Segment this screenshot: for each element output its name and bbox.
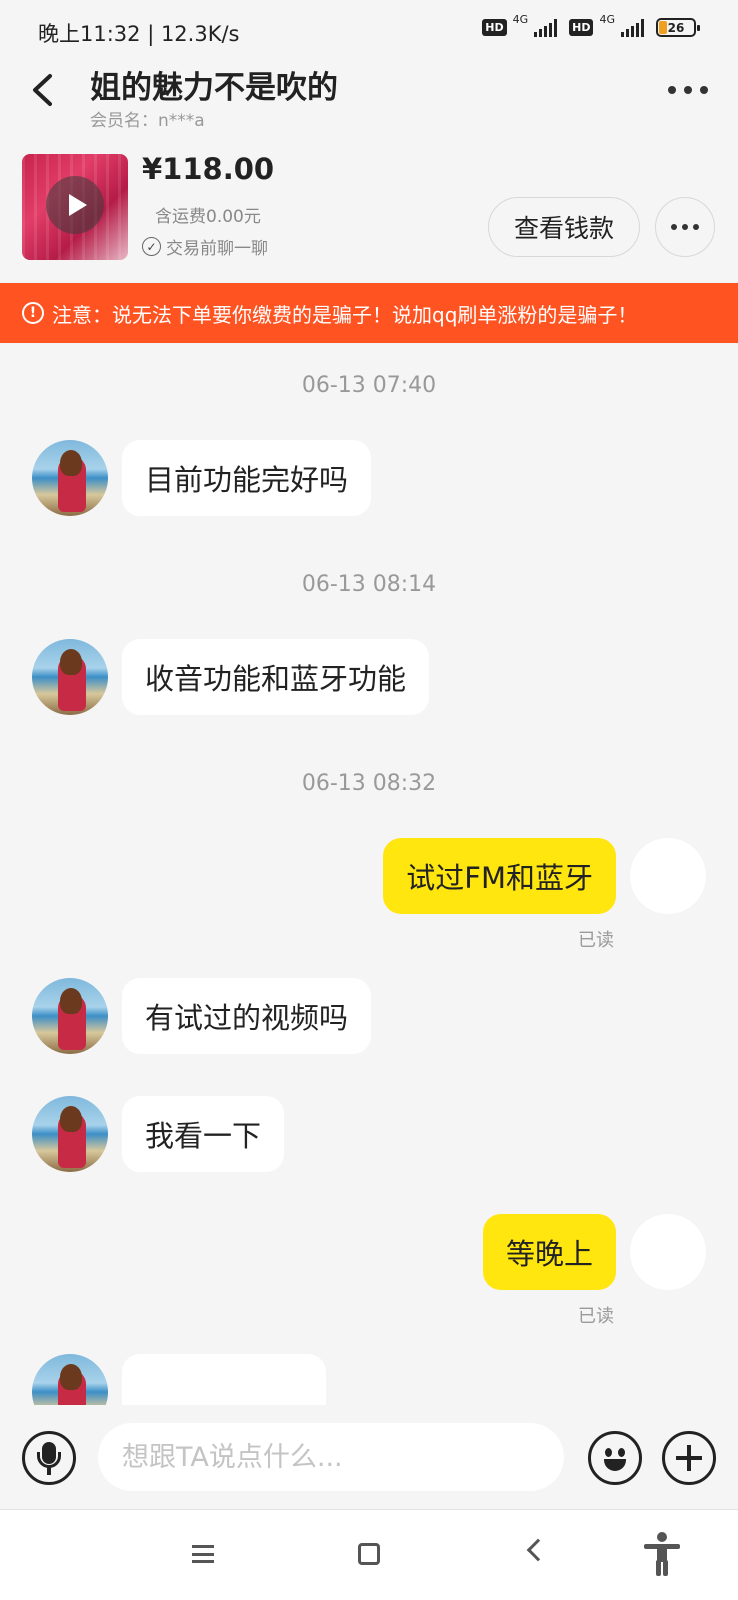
timestamp: 06-13 07:40 <box>301 373 437 398</box>
incoming-message[interactable]: 目前功能完好吗 <box>122 440 372 516</box>
network-type-label-2: 4G <box>599 13 615 26</box>
more-dots-icon <box>668 86 676 94</box>
hd-icon-2: HD <box>569 19 594 36</box>
message-input[interactable] <box>98 1423 564 1491</box>
timestamp: 06-13 08:14 <box>301 572 437 597</box>
battery-icon: 26 <box>656 18 700 37</box>
contact-avatar[interactable] <box>32 1096 108 1172</box>
back-button[interactable] <box>22 68 66 112</box>
product-thumbnail[interactable] <box>22 154 128 260</box>
accessibility-icon[interactable] <box>644 1532 680 1576</box>
emoji-button[interactable] <box>588 1431 642 1485</box>
contact-avatar[interactable] <box>32 978 108 1054</box>
more-options-button[interactable] <box>668 82 708 98</box>
nav-back-icon[interactable] <box>526 1538 550 1562</box>
status-bar: 晚上11:32 | 12.3K/s HD 4G HD 4G 26 <box>0 0 738 62</box>
signal-icon-2 <box>621 18 644 37</box>
chat-before-trade: ✓ 交易前聊一聊 <box>142 234 268 259</box>
chat-before-trade-label: 交易前聊一聊 <box>166 239 268 259</box>
incoming-message[interactable]: 我看一下 <box>122 1096 285 1172</box>
shipping-fee: 含运费0.00元 <box>155 207 261 227</box>
my-avatar[interactable] <box>630 838 706 914</box>
system-nav-bar <box>0 1510 738 1600</box>
play-icon[interactable] <box>46 176 104 234</box>
input-bar <box>0 1405 738 1510</box>
incoming-message[interactable]: 有试过的视频吗 <box>122 978 372 1054</box>
incoming-message-partial[interactable] <box>122 1354 326 1405</box>
product-card: ¥118.00 含运费0.00元 ✓ 交易前聊一聊 查看钱款 <box>0 140 738 280</box>
chevron-left-icon <box>33 74 52 106</box>
menu-icon[interactable] <box>192 1545 214 1563</box>
network-type-label: 4G <box>512 13 529 26</box>
outgoing-message[interactable]: 试过FM和蓝牙 <box>383 838 616 914</box>
warning-banner: ! 注意：说无法下单要你缴费的是骗子！说加qq刷单涨粉的是骗子！ <box>0 283 738 343</box>
view-money-button[interactable]: 查看钱款 <box>488 197 640 257</box>
battery-level: 26 <box>667 20 685 35</box>
more-actions-button[interactable] <box>662 1431 716 1485</box>
warning-icon: ! <box>22 302 44 324</box>
contact-avatar[interactable] <box>32 639 108 715</box>
chat-area[interactable]: 06-13 07:40 目前功能完好吗 06-13 08:14 收音功能和蓝牙功… <box>0 343 738 1405</box>
read-status: 已读 <box>578 930 614 951</box>
my-avatar[interactable] <box>630 1214 706 1290</box>
read-status: 已读 <box>578 1306 614 1327</box>
signal-icon <box>534 18 558 37</box>
voice-button[interactable] <box>22 1431 76 1485</box>
contact-avatar[interactable] <box>32 440 108 516</box>
check-circle-icon: ✓ <box>142 237 161 256</box>
more-dots-icon <box>671 224 677 230</box>
home-icon[interactable] <box>358 1543 380 1565</box>
incoming-message[interactable]: 收音功能和蓝牙功能 <box>122 639 430 715</box>
warning-text: 注意：说无法下单要你缴费的是骗子！说加qq刷单涨粉的是骗子！ <box>52 302 638 327</box>
member-name: 会员名：n***a <box>90 111 205 131</box>
outgoing-message[interactable]: 等晚上 <box>482 1214 616 1290</box>
timestamp: 06-13 08:32 <box>301 771 437 796</box>
status-icons: HD 4G HD 4G 26 <box>482 13 700 37</box>
product-more-button[interactable] <box>655 197 715 257</box>
hd-icon: HD <box>482 19 507 36</box>
status-time-speed: 晚上11:32 | 12.3K/s <box>38 22 240 46</box>
chat-title: 姐的魅力不是吹的 <box>90 70 338 106</box>
chat-header: 姐的魅力不是吹的 会员名：n***a <box>0 62 738 134</box>
product-price: ¥118.00 <box>142 152 275 186</box>
contact-avatar-partial[interactable] <box>32 1354 108 1405</box>
